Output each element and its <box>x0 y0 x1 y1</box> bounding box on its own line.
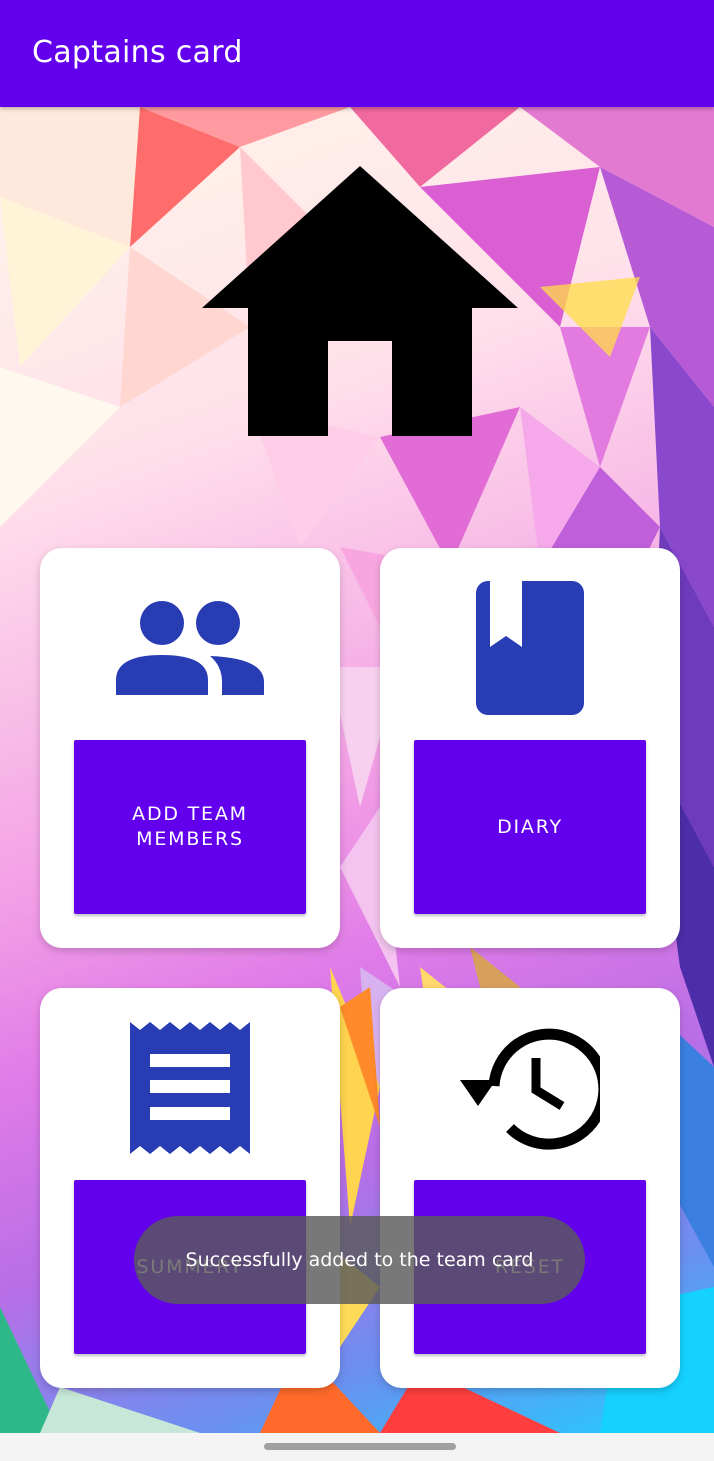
home-icon <box>202 166 518 436</box>
home-gesture-handle[interactable] <box>264 1443 456 1450</box>
card-add-team-members: ADD TEAM MEMBERS <box>40 548 340 948</box>
history-restore-icon <box>460 1028 600 1150</box>
app-bar: Captains card <box>0 0 714 107</box>
book-bookmark-icon <box>476 581 584 715</box>
card-reset: RESET <box>380 988 680 1388</box>
diary-button[interactable]: DIARY <box>414 740 646 914</box>
app-title: Captains card <box>32 35 243 70</box>
group-icon <box>116 601 264 695</box>
add-team-members-button[interactable]: ADD TEAM MEMBERS <box>74 740 306 914</box>
card-diary: DIARY <box>380 548 680 948</box>
toast-message: Successfully added to the team card <box>134 1216 585 1304</box>
card-summery: SUMMERY <box>40 988 340 1388</box>
receipt-icon <box>130 1022 250 1154</box>
system-navigation-bar <box>0 1433 714 1461</box>
